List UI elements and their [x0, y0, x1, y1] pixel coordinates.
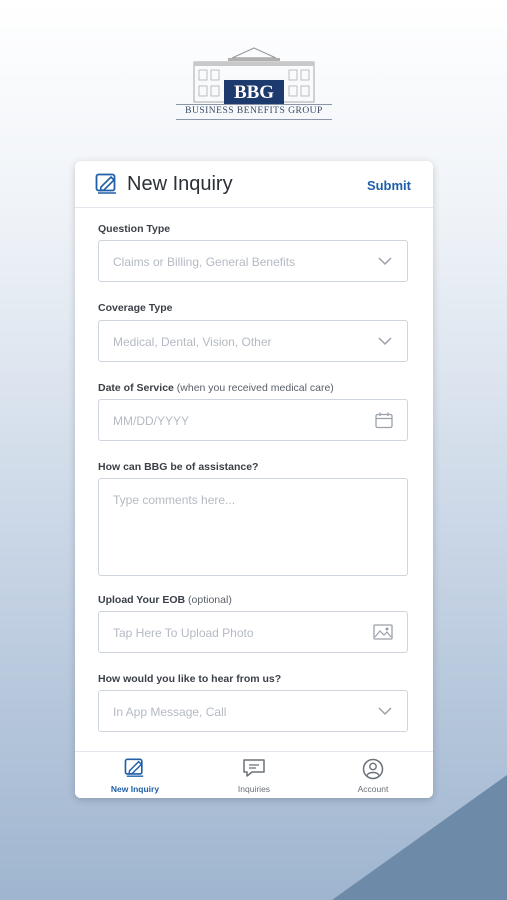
edit-icon [124, 758, 146, 783]
question-type-label: Question Type [98, 223, 171, 235]
submit-button[interactable]: Submit [367, 178, 411, 193]
question-type-select[interactable]: Claims or Billing, General Benefits [98, 240, 408, 282]
tab-label: New Inquiry [110, 784, 160, 794]
contact-method-label: How would you like to hear from us? [98, 673, 282, 685]
assistance-label: How can BBG be of assistance? [98, 461, 259, 473]
upload-placeholder: Tap Here To Upload Photo [113, 626, 254, 640]
tab-label: Account [357, 784, 389, 794]
card-header: New Inquiry Submit [75, 161, 433, 208]
contact-method-placeholder: In App Message, Call [113, 705, 227, 719]
chevron-down-icon [377, 253, 393, 274]
svg-text:BBG: BBG [234, 82, 274, 103]
assistance-placeholder: Type comments here... [113, 493, 236, 507]
upload-eob-field[interactable]: Tap Here To Upload Photo [98, 611, 408, 653]
chevron-down-icon [377, 703, 393, 724]
coverage-type-label: Coverage Type [98, 302, 173, 314]
chat-icon [242, 758, 266, 783]
coverage-type-select[interactable]: Medical, Dental, Vision, Other [98, 320, 408, 362]
bbg-logo: BBG BUSINESS BENEFITS GROUP [172, 44, 336, 124]
date-of-service-label: Date of Service (when you received medic… [98, 382, 334, 394]
contact-method-select[interactable]: In App Message, Call [98, 690, 408, 732]
bottom-tab-bar: New Inquiry Inquiries Account [75, 751, 433, 798]
edit-icon [95, 173, 119, 200]
assistance-textarea[interactable]: Type comments here... [98, 478, 408, 576]
coverage-type-placeholder: Medical, Dental, Vision, Other [113, 335, 272, 349]
chevron-down-icon [377, 333, 393, 354]
logo-subtitle: BUSINESS BENEFITS GROUP [185, 106, 323, 116]
date-placeholder: MM/DD/YYYY [113, 414, 190, 428]
inquiry-card: New Inquiry Submit Question Type Claims … [75, 161, 433, 798]
upload-eob-label: Upload Your EOB (optional) [98, 594, 232, 606]
tab-label: Inquiries [237, 784, 271, 794]
page-title: New Inquiry [127, 173, 233, 195]
tab-new-inquiry[interactable]: New Inquiry [75, 752, 195, 798]
calendar-icon[interactable] [375, 412, 393, 434]
logo-rule-bottom [176, 119, 332, 120]
date-of-service-input[interactable]: MM/DD/YYYY [98, 399, 408, 441]
logo-rule-top [176, 104, 332, 105]
question-type-placeholder: Claims or Billing, General Benefits [113, 255, 296, 269]
image-icon [373, 624, 393, 645]
building-logo-icon: BBG [193, 47, 315, 104]
user-icon [362, 758, 384, 785]
tab-account[interactable]: Account [313, 752, 433, 798]
tab-inquiries[interactable]: Inquiries [194, 752, 314, 798]
